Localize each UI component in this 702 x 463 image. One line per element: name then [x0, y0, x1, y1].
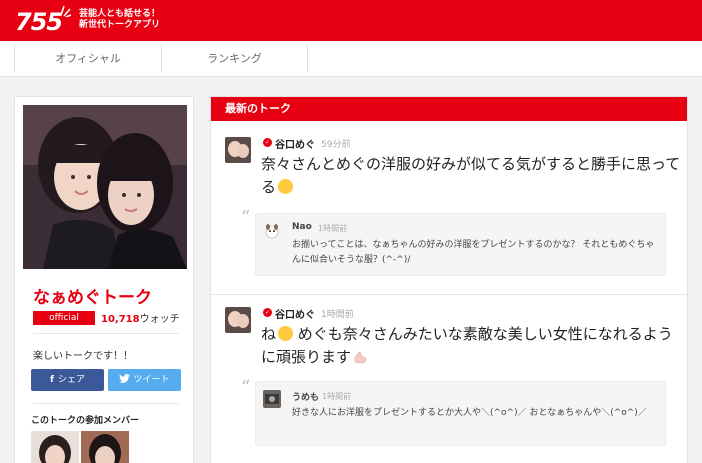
quote-icon: “: [241, 377, 251, 398]
reply-card: うめも 1時間前 好きな人にお洋服をプレゼントするとか大人や＼(^o^)／ おと…: [255, 381, 666, 446]
talk-title: なぁめぐトーク: [33, 288, 152, 308]
smiling-face-emoji-icon: [278, 179, 294, 194]
tagline-line2: 新世代トークアプリ: [79, 20, 161, 30]
verified-check-icon: ✓: [263, 308, 272, 317]
sidebar-divider: [33, 333, 179, 334]
reply-text: お揃いってことは、なぁちゃんの好みの洋服をプレゼントするのかな？ それともめぐち…: [292, 240, 655, 265]
poster-avatar[interactable]: [225, 307, 251, 333]
flexed-biceps-emoji-icon: [354, 351, 367, 364]
reply-name[interactable]: うめも: [292, 390, 319, 403]
post-message-text: 奈々さんとめぐの洋服の好みが似てる気がすると勝手に思ってる: [261, 155, 681, 196]
talk-post: ✓ 谷口めぐ 59分前 奈々さんとめぐの洋服の好みが似てる気がすると勝手に思って…: [211, 121, 687, 295]
watch-count-value: 10,718: [101, 314, 140, 325]
post-message: 奈々さんとめぐの洋服の好みが似てる気がすると勝手に思ってる: [261, 153, 681, 199]
post-message: ね めぐも奈々さんみたいな素敵な美しい女性になれるように頑張ります: [261, 323, 681, 369]
site-logo[interactable]: 755: [15, 8, 63, 36]
member-avatar[interactable]: [31, 431, 79, 463]
member-avatar[interactable]: [81, 431, 129, 463]
nav-item-official[interactable]: オフィシャル: [14, 45, 161, 73]
official-badge: official: [33, 311, 95, 325]
reply-time: 1時間前: [322, 392, 352, 401]
talk-sidebar: なぁめぐトーク official 10,718ウォッチ 楽しいトークです！！ f…: [14, 96, 194, 463]
watch-count-label: ウォッチ: [139, 314, 180, 325]
reply-avatar[interactable]: [263, 222, 281, 240]
sidebar-divider: [33, 403, 179, 404]
main-nav: オフィシャル ランキング: [0, 41, 702, 77]
post-message-text-start: ね: [261, 325, 277, 343]
reply-card: Nao 1時間前 お揃いってことは、なぁちゃんの好みの洋服をプレゼントするのかな…: [255, 213, 666, 276]
talk-description: 楽しいトークです！！: [33, 351, 133, 362]
post-message-text-rest: めぐも奈々さんみたいな素敵な美しい女性になれるように頑張ります: [261, 325, 673, 366]
watch-count: 10,718ウォッチ: [101, 310, 180, 325]
tweet-label: ツイート: [133, 375, 170, 385]
share-label: シェア: [57, 375, 85, 385]
tweet-button[interactable]: ツイート: [108, 369, 181, 391]
facebook-share-button[interactable]: f シェア: [31, 369, 104, 391]
quote-icon: “: [241, 207, 251, 228]
reply-time: 1時間前: [318, 224, 348, 233]
header-tagline: 芸能人とも話せる！ 新世代トークアプリ: [79, 9, 160, 31]
talk-post: ✓ 谷口めぐ 1時間前 ね めぐも奈々さんみたいな素敵な美しい女性になれるように…: [211, 295, 687, 463]
verified-check-icon: ✓: [263, 138, 272, 147]
latest-talk-panel: 最新のトーク ✓ 谷口めぐ 59分前 奈々さんとめぐの洋服の好みが似てる気がする…: [210, 96, 688, 463]
latest-talk-title: 最新のトーク: [211, 97, 687, 121]
twitter-bird-icon: [119, 374, 131, 383]
talk-cover-photo: [23, 105, 187, 269]
site-header: 755 芸能人とも話せる！ 新世代トークアプリ: [0, 0, 702, 41]
members-title: このトークの参加メンバー: [31, 416, 140, 426]
reply-avatar[interactable]: [263, 390, 281, 408]
logo-sparkle-icon: [60, 5, 72, 17]
tagline-line1: 芸能人とも話せる！: [79, 9, 161, 19]
nav-item-ranking[interactable]: ランキング: [161, 45, 308, 73]
facebook-icon: f: [50, 375, 54, 385]
reply-name[interactable]: Nao: [292, 222, 312, 232]
poster-name[interactable]: 谷口めぐ: [275, 136, 315, 151]
reply-text: 好きな人にお洋服をプレゼントするとか大人や＼(^o^)／ おとなぁちゃんや＼(^…: [292, 408, 647, 418]
post-time: 1時間前: [321, 310, 354, 320]
poster-avatar[interactable]: [225, 137, 251, 163]
post-time: 59分前: [321, 140, 351, 150]
poster-name[interactable]: 谷口めぐ: [275, 306, 315, 321]
smiling-face-emoji-icon: [278, 326, 294, 341]
